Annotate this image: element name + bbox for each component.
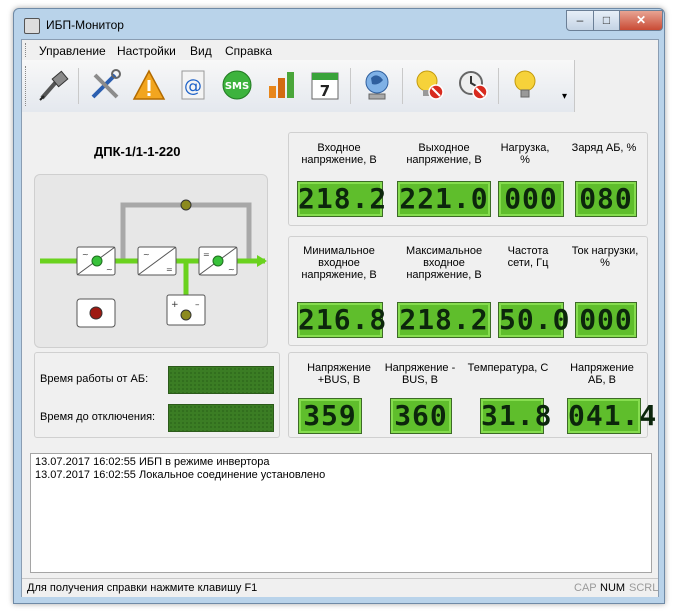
label-load: Нагрузка, %	[500, 142, 550, 166]
toolbar-separator	[402, 68, 403, 104]
min-input-voltage-display: 216.8	[297, 302, 388, 338]
toolbar-separator	[350, 68, 351, 104]
close-button[interactable]: ✕	[619, 10, 663, 31]
sms-icon-label: SMS	[225, 81, 249, 92]
toolbar-separator	[498, 68, 499, 104]
device-name: ДПК-1/1-1-220	[94, 144, 181, 159]
label-shutdown: Время до отключения:	[40, 411, 156, 423]
sms-icon[interactable]: SMS	[218, 68, 256, 104]
label-temperature: Температура, С	[467, 362, 549, 374]
shutdown-display	[168, 404, 274, 432]
label-load-current: Ток нагрузки, %	[571, 245, 639, 269]
label-bus-minus: Напряжение -BUS, В	[384, 362, 456, 386]
battery-voltage-display: 041.4	[567, 398, 658, 434]
label-max-input-voltage: Максимальное входное напряжение, В	[405, 245, 483, 281]
minimize-button[interactable]: –	[566, 10, 594, 31]
toolbar-grip[interactable]	[25, 66, 28, 106]
label-output-voltage: Выходное напряжение, В	[406, 142, 482, 166]
svg-text:=: =	[166, 265, 173, 274]
status-text: Для получения справки нажмите клавишу F1	[27, 582, 258, 594]
temperature-display: 31.8	[480, 398, 553, 434]
scroll-lock-indicator: SCRL	[629, 582, 659, 594]
menu-grip[interactable]	[25, 43, 28, 57]
menu-bar: Управление Настройки Вид Справка	[22, 40, 658, 60]
rectifier-indicator	[91, 255, 103, 267]
tools-icon[interactable]	[86, 68, 124, 104]
label-min-input-voltage: Минимальное входное напряжение, В	[301, 245, 377, 281]
bus-plus-display: 359	[298, 398, 362, 434]
app-icon	[24, 18, 40, 34]
svg-text:–: –	[195, 300, 200, 310]
svg-text:=: =	[203, 250, 210, 259]
runtime-display	[168, 366, 274, 394]
menu-view[interactable]: Вид	[190, 44, 212, 58]
bulb-icon[interactable]	[506, 68, 544, 104]
label-bus-plus: Напряжение +BUS, В	[307, 362, 371, 386]
window-title: ИБП-Монитор	[46, 18, 124, 32]
svg-text:~: ~	[82, 250, 89, 259]
menu-control[interactable]: Управление	[39, 44, 106, 58]
network-icon[interactable]	[358, 68, 396, 104]
email-icon[interactable]: @	[174, 68, 212, 104]
svg-text:~: ~	[228, 265, 235, 274]
label-runtime: Время работы от АБ:	[40, 373, 149, 385]
caps-lock-indicator: CAP	[574, 582, 597, 594]
input-voltage-display: 218.2	[297, 181, 388, 217]
svg-text:~: ~	[106, 265, 113, 274]
event-log[interactable]: 13.07.2017 16:02:55 ИБП в режиме инверто…	[30, 453, 652, 573]
app-window: ИБП-Монитор – □ ✕ Управление Настройки В…	[13, 8, 665, 604]
menu-help[interactable]: Справка	[225, 44, 272, 58]
toolbar: @ SMS 7 ▾	[22, 60, 575, 112]
menu-settings[interactable]: Настройки	[117, 44, 176, 58]
alarm-indicator	[89, 306, 103, 320]
alarm-off-icon[interactable]	[454, 68, 492, 104]
connect-icon[interactable]	[34, 68, 72, 104]
label-input-voltage: Входное напряжение, В	[301, 142, 377, 166]
warning-icon[interactable]	[130, 68, 168, 104]
calendar-icon[interactable]: 7	[306, 68, 344, 104]
status-bar: Для получения справки нажмите клавишу F1…	[22, 578, 658, 597]
svg-text:@: @	[184, 76, 202, 97]
inverter-indicator	[212, 255, 224, 267]
calendar-day: 7	[320, 82, 330, 100]
maximize-button[interactable]: □	[593, 10, 620, 31]
output-arrow	[257, 255, 267, 267]
battery-indicator	[180, 309, 192, 321]
label-battery-voltage: Напряжение АБ, В	[570, 362, 634, 386]
svg-text:+: +	[171, 300, 179, 310]
chart-icon[interactable]	[262, 68, 300, 104]
bulb-off-icon[interactable]	[410, 68, 448, 104]
max-input-voltage-display: 218.2	[397, 302, 491, 338]
title-bar[interactable]: ИБП-Монитор – □ ✕	[14, 9, 664, 39]
ups-schematic: ~ ~ ~ = = ~ + –	[34, 174, 268, 348]
toolbar-overflow-icon[interactable]: ▾	[562, 92, 572, 102]
log-entry: 13.07.2017 16:02:55 Локальное соединение…	[35, 469, 326, 481]
load-display: 000	[498, 181, 564, 217]
log-entry: 13.07.2017 16:02:55 ИБП в режиме инверто…	[35, 456, 270, 468]
output-voltage-display: 221.0	[397, 181, 491, 217]
client-area: Управление Настройки Вид Справка @ SMS 7…	[21, 39, 659, 597]
bus-minus-display: 360	[390, 398, 452, 434]
label-battery-charge: Заряд АБ, %	[571, 142, 637, 154]
label-frequency: Частота сети, Гц	[507, 245, 549, 269]
load-current-display: 000	[575, 302, 637, 338]
battery-charge-display: 080	[575, 181, 637, 217]
num-lock-indicator: NUM	[600, 582, 626, 594]
bypass-indicator	[180, 199, 192, 211]
svg-text:~: ~	[143, 250, 150, 259]
toolbar-separator	[78, 68, 79, 104]
frequency-display: 50.0	[498, 302, 571, 338]
